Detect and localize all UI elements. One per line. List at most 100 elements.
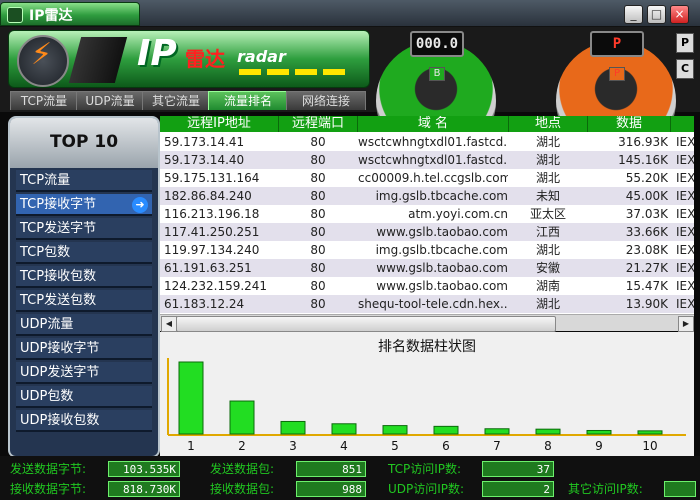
table-row[interactable]: 117.41.250.251 80 www.gslb.taobao.com 江西 33.… — [160, 223, 694, 241]
cell-port: 80 — [310, 243, 326, 257]
minimize-button[interactable]: _ — [624, 5, 643, 24]
tab-traffic-ranking[interactable]: 流量排名 — [208, 91, 288, 110]
menu-item[interactable]: UDP接收包数 — [16, 410, 152, 432]
menu-item[interactable]: TCP包数 — [16, 242, 152, 264]
cell-ip: 59.173.14.40 — [164, 153, 245, 167]
cell-ip: 61.183.12.24 — [164, 297, 245, 311]
gauge-digits: P — [590, 31, 644, 57]
table-row[interactable]: 182.86.84.240 80 img.gslb.tbcache.com 未知 45.… — [160, 187, 694, 205]
tab-other-traffic[interactable]: 其它流量 — [142, 91, 210, 110]
menu-item-label: TCP接收包数 — [20, 269, 97, 284]
cell-ip: 117.41.250.251 — [164, 225, 260, 239]
x-tick-label: 9 — [595, 439, 603, 453]
cell-domain: www.gslb.taobao.com — [376, 225, 508, 239]
bar-chart: 1 2 3 4 5 6 7 8 9 10 — [167, 358, 686, 453]
cell-ip: 116.213.196.18 — [164, 207, 260, 221]
banner-dash — [239, 69, 261, 75]
brand-banner: ⚡ IP 雷达 radar — [8, 30, 370, 88]
cell-extra: IEX — [676, 243, 694, 257]
cell-domain: wsctcwhngtxdl01.fastcd... — [358, 135, 508, 149]
table-row[interactable]: 116.213.196.18 80 atm.yoyi.com.cn 亚太区 37.03K… — [160, 205, 694, 223]
cell-ip: 119.97.134.240 — [164, 243, 260, 257]
table-row[interactable]: 59.175.131.164 80 cc00009.h.tel.ccgslb.com… — [160, 169, 694, 187]
other-ip-value — [664, 481, 696, 497]
menu-item[interactable]: UDP包数 — [16, 386, 152, 408]
maximize-button[interactable]: □ — [647, 5, 666, 24]
cell-extra: IEX — [676, 261, 694, 275]
cell-extra: IEX — [676, 153, 694, 167]
tab-udp-traffic[interactable]: UDP流量 — [76, 91, 144, 110]
x-tick-label: 2 — [238, 439, 246, 453]
recv-packets-value: 988 — [296, 481, 366, 497]
recv-bytes-value: 818.730K — [108, 481, 180, 497]
cell-location: 湖北 — [535, 243, 560, 257]
send-bytes-label: 发送数据字节: — [10, 462, 87, 476]
column-header-domain[interactable]: 域 名 — [358, 116, 509, 132]
banner-dash — [323, 69, 345, 75]
menu-item-label: UDP接收字节 — [20, 341, 100, 356]
menu-item[interactable]: TCP接收字节 ➜ — [16, 194, 152, 216]
horizontal-scrollbar[interactable]: ◀ ▶ — [160, 314, 694, 332]
tab-network-connections[interactable]: 网络连接 — [286, 91, 366, 110]
side-button-c[interactable]: C — [676, 59, 694, 79]
brand-cn: 雷达 — [185, 47, 225, 71]
close-button[interactable]: × — [670, 5, 689, 24]
menu-item[interactable]: UDP流量 — [16, 314, 152, 336]
column-header-location[interactable]: 地点 — [509, 116, 588, 132]
column-header-data[interactable]: 数据 — [588, 116, 671, 132]
menu-item[interactable]: UDP发送字节 — [16, 362, 152, 384]
column-header-extra[interactable] — [671, 116, 694, 132]
table-row[interactable]: 61.191.63.251 80 www.gslb.taobao.com 安徽 21.2… — [160, 259, 694, 277]
chart-bar — [535, 428, 561, 435]
menu-item[interactable]: TCP发送字节 — [16, 218, 152, 240]
banner-dash — [267, 69, 289, 75]
side-button-p[interactable]: P — [676, 33, 694, 53]
bytes-gauge: 000.0 B — [376, 27, 496, 161]
tab-tcp-traffic[interactable]: TCP流量 — [10, 91, 78, 110]
cell-domain: img.gslb.tbcache.com — [375, 189, 508, 203]
brand-en: radar — [237, 47, 286, 66]
cell-location: 安徽 — [535, 261, 560, 275]
scroll-right-icon[interactable]: ▶ — [678, 316, 694, 332]
scroll-thumb[interactable] — [176, 316, 556, 332]
menu-item[interactable]: TCP发送包数 — [16, 290, 152, 312]
chart-bar — [229, 400, 255, 435]
chart-bar — [382, 425, 408, 435]
x-tick-label: 5 — [391, 439, 399, 453]
menu-item-label: TCP包数 — [20, 245, 71, 260]
cell-location: 未知 — [535, 189, 560, 203]
table-row[interactable]: 59.173.14.41 80 wsctcwhngtxdl01.fastcd... 湖… — [160, 133, 694, 151]
brand-ip: IP — [137, 33, 177, 74]
menu-item[interactable]: TCP流量 — [16, 170, 152, 192]
menu-item[interactable]: TCP接收包数 — [16, 266, 152, 288]
banner-stripe — [68, 37, 128, 83]
chart-bar — [586, 429, 612, 435]
send-bytes-value: 103.535K — [108, 461, 180, 477]
menu-item[interactable]: UDP接收字节 — [16, 338, 152, 360]
menu-item-label: UDP接收包数 — [20, 413, 100, 428]
send-packets-value: 851 — [296, 461, 366, 477]
table-row[interactable]: 61.183.12.24 80 shequ-tool-tele.cdn.hex...… — [160, 295, 694, 313]
udp-ip-label: UDP访问IP数: — [388, 482, 465, 496]
cell-ip: 61.191.63.251 — [164, 261, 252, 275]
x-tick-label: 6 — [442, 439, 450, 453]
cell-extra: IEX — [676, 225, 694, 239]
cell-domain: cc00009.h.tel.ccgslb.com — [358, 171, 508, 185]
scroll-left-icon[interactable]: ◀ — [161, 316, 177, 332]
table-row[interactable]: 119.97.134.240 80 img.gslb.tbcache.com 湖北 23… — [160, 241, 694, 259]
column-header-port[interactable]: 远程端口 — [279, 116, 358, 132]
x-tick-label: 7 — [493, 439, 501, 453]
column-header-ip[interactable]: 远程IP地址 — [160, 116, 279, 132]
table-row[interactable]: 59.173.14.40 80 wsctcwhngtxdl01.fastcd... 湖… — [160, 151, 694, 169]
cell-location: 湖北 — [535, 153, 560, 167]
table-row[interactable]: 124.232.159.241 80 www.gslb.taobao.com 湖南 15… — [160, 277, 694, 295]
cell-data: 316.93K — [618, 135, 668, 149]
cell-extra: IEX — [676, 207, 694, 221]
top10-header: TOP 10 — [10, 118, 158, 168]
packets-gauge: P P — [556, 27, 676, 161]
chart-bar — [433, 425, 459, 435]
cell-port: 80 — [310, 171, 326, 185]
cell-data: 45.00K — [625, 189, 668, 203]
menu-item-label: TCP接收字节 — [20, 197, 97, 212]
cell-data: 145.16K — [618, 153, 668, 167]
